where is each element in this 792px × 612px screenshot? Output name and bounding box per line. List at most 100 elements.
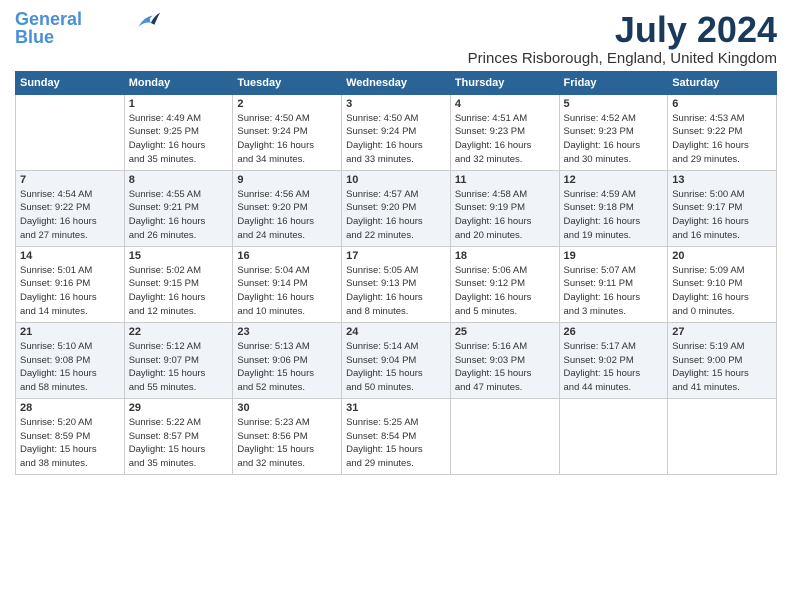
header-monday: Monday — [124, 71, 233, 94]
day-number: 10 — [346, 174, 446, 186]
calendar-cell: 9Sunrise: 4:56 AMSunset: 9:20 PMDaylight… — [233, 170, 342, 246]
cell-content: Sunrise: 5:00 AMSunset: 9:17 PMDaylight:… — [672, 188, 772, 243]
main-title: July 2024 — [468, 10, 777, 50]
calendar-cell: 24 Sunrise: 5:14 AMSunset: 9:04 PMDayligh… — [342, 322, 451, 398]
cell-content: Sunrise: 5:20 AMSunset: 8:59 PMDaylight:… — [20, 416, 120, 471]
header-thursday: Thursday — [450, 71, 559, 94]
calendar-cell: 12 Sunrise: 4:59 AMSunset: 9:18 PMDayligh… — [559, 170, 668, 246]
calendar-cell: 2 Sunrise: 4:50 AMSunset: 9:24 PMDaylight… — [233, 94, 342, 170]
cell-content: Sunrise: 5:04 AMSunset: 9:14 PMDaylight:… — [237, 264, 337, 319]
calendar-cell: 13 Sunrise: 5:00 AMSunset: 9:17 PMDayligh… — [668, 170, 777, 246]
day-number: 29 — [129, 402, 229, 414]
header: GeneralBlue July 2024 Princes Risborough… — [15, 10, 777, 67]
calendar-cell: 7 Sunrise: 4:54 AMSunset: 9:22 PMDaylight… — [16, 170, 125, 246]
cell-content: Sunrise: 4:56 AMSunset: 9:20 PMDaylight:… — [237, 188, 337, 243]
calendar-cell: 16 Sunrise: 5:04 AMSunset: 9:14 PMDayligh… — [233, 246, 342, 322]
calendar-cell: 10 Sunrise: 4:57 AMSunset: 9:20 PMDayligh… — [342, 170, 451, 246]
cell-content: Sunrise: 4:58 AMSunset: 9:19 PMDaylight:… — [455, 188, 555, 243]
calendar-cell: 30 Sunrise: 5:23 AMSunset: 8:56 PMDayligh… — [233, 398, 342, 474]
day-number: 5 — [564, 98, 664, 110]
day-number: 4 — [455, 98, 555, 110]
calendar-cell — [668, 398, 777, 474]
calendar-cell — [450, 398, 559, 474]
day-number: 17 — [346, 250, 446, 262]
day-number: 14 — [20, 250, 120, 262]
cell-content: Sunrise: 5:19 AMSunset: 9:00 PMDaylight:… — [672, 340, 772, 395]
day-number: 19 — [564, 250, 664, 262]
day-number: 21 — [20, 326, 120, 338]
cell-content: Sunrise: 4:52 AMSunset: 9:23 PMDaylight:… — [564, 112, 664, 167]
cell-content: Sunrise: 4:57 AMSunset: 9:20 PMDaylight:… — [346, 188, 446, 243]
cell-content: Sunrise: 4:51 AMSunset: 9:23 PMDaylight:… — [455, 112, 555, 167]
calendar-table: Sunday Monday Tuesday Wednesday Thursday… — [15, 71, 777, 475]
calendar-cell: 14 Sunrise: 5:01 AMSunset: 9:16 PMDayligh… — [16, 246, 125, 322]
calendar-cell: 23 Sunrise: 5:13 AMSunset: 9:06 PMDayligh… — [233, 322, 342, 398]
cell-content: Sunrise: 5:16 AMSunset: 9:03 PMDaylight:… — [455, 340, 555, 395]
header-sunday: Sunday — [16, 71, 125, 94]
header-friday: Friday — [559, 71, 668, 94]
subtitle: Princes Risborough, England, United King… — [468, 50, 777, 67]
calendar-cell: 11 Sunrise: 4:58 AMSunset: 9:19 PMDayligh… — [450, 170, 559, 246]
calendar-cell: 8 Sunrise: 4:55 AMSunset: 9:21 PMDaylight… — [124, 170, 233, 246]
day-number: 8 — [129, 174, 229, 186]
calendar-cell: 29 Sunrise: 5:22 AMSunset: 8:57 PMDayligh… — [124, 398, 233, 474]
cell-content: Sunrise: 4:53 AMSunset: 9:22 PMDaylight:… — [672, 112, 772, 167]
day-number: 31 — [346, 402, 446, 414]
calendar-cell: 5 Sunrise: 4:52 AMSunset: 9:23 PMDaylight… — [559, 94, 668, 170]
day-number: 11 — [455, 174, 555, 186]
calendar-cell: 18Sunrise: 5:06 AMSunset: 9:12 PMDayligh… — [450, 246, 559, 322]
day-number: 23 — [237, 326, 337, 338]
calendar-cell — [559, 398, 668, 474]
day-number: 16 — [237, 250, 337, 262]
calendar-cell: 19 Sunrise: 5:07 AMSunset: 9:11 PMDayligh… — [559, 246, 668, 322]
calendar-cell: 17 Sunrise: 5:05 AMSunset: 9:13 PMDayligh… — [342, 246, 451, 322]
calendar-week-0: 1Sunrise: 4:49 AMSunset: 9:25 PMDaylight… — [16, 94, 777, 170]
calendar-cell: 31 Sunrise: 5:25 AMSunset: 8:54 PMDayligh… — [342, 398, 451, 474]
cell-content: Sunrise: 5:07 AMSunset: 9:11 PMDaylight:… — [564, 264, 664, 319]
day-number: 25 — [455, 326, 555, 338]
day-number: 22 — [129, 326, 229, 338]
logo-text: GeneralBlue — [15, 10, 82, 46]
cell-content: Sunrise: 5:14 AMSunset: 9:04 PMDaylight:… — [346, 340, 446, 395]
calendar-cell: 1Sunrise: 4:49 AMSunset: 9:25 PMDaylight… — [124, 94, 233, 170]
calendar-cell: 15Sunrise: 5:02 AMSunset: 9:15 PMDayligh… — [124, 246, 233, 322]
cell-content: Sunrise: 5:25 AMSunset: 8:54 PMDaylight:… — [346, 416, 446, 471]
day-number: 30 — [237, 402, 337, 414]
cell-content: Sunrise: 5:13 AMSunset: 9:06 PMDaylight:… — [237, 340, 337, 395]
calendar-cell: 25 Sunrise: 5:16 AMSunset: 9:03 PMDayligh… — [450, 322, 559, 398]
day-number: 6 — [672, 98, 772, 110]
cell-content: Sunrise: 4:50 AMSunset: 9:24 PMDaylight:… — [237, 112, 337, 167]
cell-content: Sunrise: 5:10 AMSunset: 9:08 PMDaylight:… — [20, 340, 120, 395]
calendar-cell: 28 Sunrise: 5:20 AMSunset: 8:59 PMDayligh… — [16, 398, 125, 474]
cell-content: Sunrise: 5:05 AMSunset: 9:13 PMDaylight:… — [346, 264, 446, 319]
calendar-week-1: 7 Sunrise: 4:54 AMSunset: 9:22 PMDaylight… — [16, 170, 777, 246]
day-number: 13 — [672, 174, 772, 186]
cell-content: Sunrise: 5:23 AMSunset: 8:56 PMDaylight:… — [237, 416, 337, 471]
cell-content: Sunrise: 4:59 AMSunset: 9:18 PMDaylight:… — [564, 188, 664, 243]
day-number: 27 — [672, 326, 772, 338]
day-number: 24 — [346, 326, 446, 338]
calendar-cell: 6 Sunrise: 4:53 AMSunset: 9:22 PMDaylight… — [668, 94, 777, 170]
cell-content: Sunrise: 5:09 AMSunset: 9:10 PMDaylight:… — [672, 264, 772, 319]
day-number: 1 — [129, 98, 229, 110]
header-wednesday: Wednesday — [342, 71, 451, 94]
day-number: 28 — [20, 402, 120, 414]
cell-content: Sunrise: 4:54 AMSunset: 9:22 PMDaylight:… — [20, 188, 120, 243]
calendar-cell — [16, 94, 125, 170]
calendar-cell: 21 Sunrise: 5:10 AMSunset: 9:08 PMDayligh… — [16, 322, 125, 398]
day-number: 12 — [564, 174, 664, 186]
cell-content: Sunrise: 5:01 AMSunset: 9:16 PMDaylight:… — [20, 264, 120, 319]
cell-content: Sunrise: 5:02 AMSunset: 9:15 PMDaylight:… — [129, 264, 229, 319]
day-number: 3 — [346, 98, 446, 110]
calendar-week-2: 14 Sunrise: 5:01 AMSunset: 9:16 PMDayligh… — [16, 246, 777, 322]
calendar-cell: 20 Sunrise: 5:09 AMSunset: 9:10 PMDayligh… — [668, 246, 777, 322]
cell-content: Sunrise: 5:22 AMSunset: 8:57 PMDaylight:… — [129, 416, 229, 471]
cell-content: Sunrise: 5:17 AMSunset: 9:02 PMDaylight:… — [564, 340, 664, 395]
day-number: 7 — [20, 174, 120, 186]
day-number: 20 — [672, 250, 772, 262]
calendar-cell: 26Sunrise: 5:17 AMSunset: 9:02 PMDayligh… — [559, 322, 668, 398]
day-number: 2 — [237, 98, 337, 110]
header-tuesday: Tuesday — [233, 71, 342, 94]
cell-content: Sunrise: 5:06 AMSunset: 9:12 PMDaylight:… — [455, 264, 555, 319]
cell-content: Sunrise: 4:55 AMSunset: 9:21 PMDaylight:… — [129, 188, 229, 243]
